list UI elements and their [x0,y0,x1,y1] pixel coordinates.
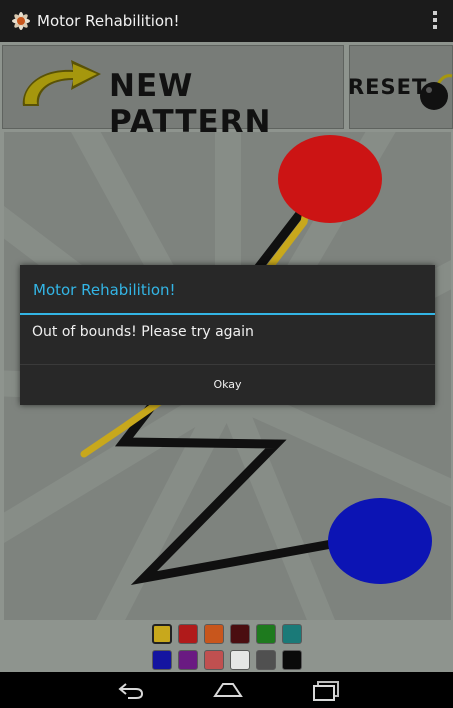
dialog-message: Out of bounds! Please try again [32,324,254,340]
dialog-title: Motor Rehabilition! [33,281,176,299]
alert-dialog: Motor Rehabilition! Out of bounds! Pleas… [20,265,435,405]
home-icon[interactable] [212,678,244,702]
okay-button[interactable]: Okay [20,365,435,405]
back-icon[interactable] [116,678,146,702]
dialog-title-divider [20,313,435,315]
navigation-bar [0,672,453,708]
recent-apps-icon[interactable] [310,678,342,702]
